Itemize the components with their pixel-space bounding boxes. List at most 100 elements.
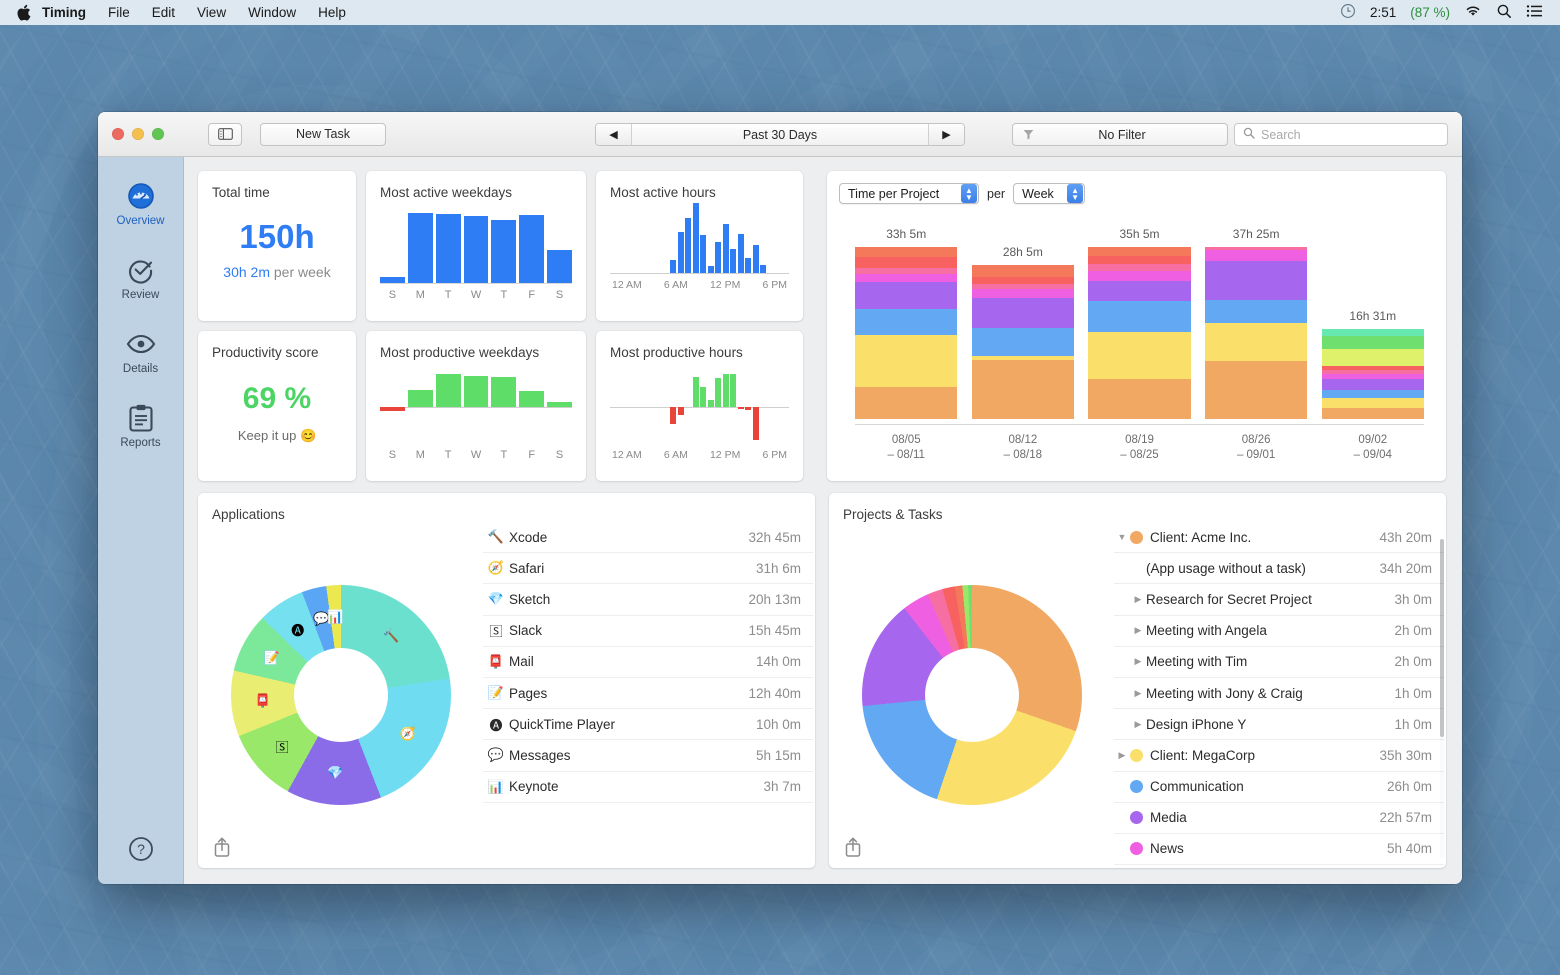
search-icon[interactable] xyxy=(1496,3,1512,22)
chevron-right-icon[interactable]: ▶ xyxy=(1130,625,1146,636)
menu-item-file[interactable]: File xyxy=(97,0,141,25)
table-row[interactable]: ▶Meeting with Tim2h 0m xyxy=(1114,647,1444,678)
table-row[interactable]: ▶Client: MegaCorp35h 30m xyxy=(1114,740,1444,771)
bar-segment xyxy=(972,277,1074,284)
date-next-button[interactable]: ▶ xyxy=(928,124,964,145)
table-row[interactable]: 📊Keynote3h 7m xyxy=(483,772,813,803)
share-icon[interactable] xyxy=(212,836,232,858)
bar xyxy=(380,370,405,444)
battery-percent[interactable]: (87 %) xyxy=(1410,5,1450,20)
stacked-bar[interactable]: 33h 5m xyxy=(855,227,957,419)
table-row[interactable]: News5h 40m xyxy=(1114,834,1444,865)
chevron-down-icon[interactable]: ▼ xyxy=(1114,532,1130,542)
sketch-icon: 💎 xyxy=(483,591,509,607)
table-row[interactable]: 🧭Safari31h 6m xyxy=(483,553,813,584)
bar-total-label: 16h 31m xyxy=(1349,309,1396,323)
zoom-button[interactable] xyxy=(152,128,164,140)
table-row[interactable]: ▶Design iPhone Y1h 0m xyxy=(1114,709,1444,740)
table-row[interactable]: Communication26h 0m xyxy=(1114,772,1444,803)
sidebar-item-overview[interactable]: Overview xyxy=(98,173,184,233)
app-name: Xcode xyxy=(509,530,748,545)
total-time-per-week: 30h 2m per week xyxy=(198,264,356,280)
projects-list[interactable]: ▼Client: Acme Inc.43h 20m(App usage with… xyxy=(1114,522,1446,868)
sidebar-item-review[interactable]: Review xyxy=(98,247,184,307)
sidebar-item-details[interactable]: Details xyxy=(98,321,184,381)
close-button[interactable] xyxy=(112,128,124,140)
filter-button[interactable]: No Filter xyxy=(1012,123,1228,146)
timemachine-icon[interactable] xyxy=(1340,3,1356,22)
app-duration: 3h 7m xyxy=(763,779,801,794)
stacked-bar[interactable]: 35h 5m xyxy=(1088,227,1190,419)
bar xyxy=(519,215,544,283)
help-button[interactable]: ? xyxy=(128,836,154,862)
axis-tick: 6 AM xyxy=(664,449,688,461)
sidebar-item-label: Overview xyxy=(117,215,165,227)
sidebar-item-label: Reports xyxy=(120,437,160,449)
table-row[interactable]: ▶Meeting with Angela2h 0m xyxy=(1114,616,1444,647)
table-row[interactable]: 📝Pages12h 40m xyxy=(483,678,813,709)
wifi-icon[interactable] xyxy=(1464,4,1482,21)
table-row[interactable]: 🔨Xcode32h 45m xyxy=(483,522,813,553)
chart-x-labels: 08/05– 08/1108/12– 08/1808/19– 08/2508/2… xyxy=(855,433,1424,463)
projects-scrollbar[interactable] xyxy=(1440,539,1444,858)
color-dot xyxy=(1130,842,1143,855)
list-icon[interactable] xyxy=(1526,4,1544,21)
chevron-right-icon[interactable]: ▶ xyxy=(1114,750,1130,761)
axis-tick: F xyxy=(519,449,544,461)
sidebar-toggle-icon xyxy=(218,128,233,140)
table-row[interactable]: 💎Sketch20h 13m xyxy=(483,584,813,615)
table-row[interactable]: 🅂Slack15h 45m xyxy=(483,616,813,647)
sidebar-toggle-button[interactable] xyxy=(208,123,242,146)
metric-select[interactable]: Time per Project ▲▼ xyxy=(839,183,979,204)
menu-item-timing[interactable]: Timing xyxy=(38,0,97,25)
minimize-button[interactable] xyxy=(132,128,144,140)
bar xyxy=(678,232,684,273)
table-row[interactable]: 💬Messages5h 15m xyxy=(483,740,813,771)
table-row[interactable]: ▶Research for Secret Project3h 0m xyxy=(1114,584,1444,615)
chevron-right-icon[interactable]: ▶ xyxy=(1130,656,1146,667)
stacked-bar[interactable]: 28h 5m xyxy=(972,227,1074,419)
date-range-label[interactable]: Past 30 Days xyxy=(632,124,928,145)
menu-item-edit[interactable]: Edit xyxy=(141,0,186,25)
bar xyxy=(547,250,572,283)
projects-donut[interactable] xyxy=(862,585,1082,805)
table-row[interactable]: ▶Meeting with Jony & Craig1h 0m xyxy=(1114,678,1444,709)
chevron-right-icon[interactable]: ▶ xyxy=(1130,719,1146,730)
menubar-clock[interactable]: 2:51 xyxy=(1370,5,1396,20)
new-task-button[interactable]: New Task xyxy=(260,123,386,146)
share-icon[interactable] xyxy=(843,836,863,858)
sidebar-item-reports[interactable]: Reports xyxy=(98,395,184,455)
stacked-bar[interactable]: 37h 25m xyxy=(1205,227,1307,419)
app-duration: 31h 6m xyxy=(756,561,801,576)
date-range-control[interactable]: ◀ Past 30 Days ▶ xyxy=(595,123,965,146)
project-name: Meeting with Jony & Craig xyxy=(1146,686,1394,701)
apple-icon[interactable] xyxy=(10,4,38,21)
check-circle-icon xyxy=(126,255,156,285)
menu-item-help[interactable]: Help xyxy=(307,0,357,25)
mail-icon: 📮 xyxy=(483,654,509,670)
interval-select[interactable]: Week ▲▼ xyxy=(1013,183,1085,204)
table-row[interactable]: Media22h 57m xyxy=(1114,803,1444,834)
keynote-icon: 📊 xyxy=(483,779,509,795)
axis-tick: 09/02– 09/04 xyxy=(1322,433,1424,463)
app-name: Safari xyxy=(509,561,756,576)
chevron-right-icon[interactable]: ▶ xyxy=(1130,688,1146,699)
card-most-productive-hours: Most productive hours 12 AM6 AM12 PM6 PM xyxy=(596,331,803,481)
bar xyxy=(768,370,774,444)
stacked-bar[interactable]: 16h 31m xyxy=(1322,227,1424,419)
search-field[interactable]: Search xyxy=(1234,123,1448,146)
app-duration: 20h 13m xyxy=(748,592,801,607)
bar xyxy=(408,213,433,283)
axis-tick: 08/12– 08/18 xyxy=(972,433,1074,463)
applications-donut[interactable]: 🔨🧭💎🅂📮📝🅐💬📊 xyxy=(231,585,451,805)
applications-list[interactable]: 🔨Xcode32h 45m🧭Safari31h 6m💎Sketch20h 13m… xyxy=(483,522,815,868)
menu-item-view[interactable]: View xyxy=(186,0,237,25)
table-row[interactable]: 🅐QuickTime Player10h 0m xyxy=(483,709,813,740)
table-row[interactable]: 📮Mail14h 0m xyxy=(483,647,813,678)
table-row[interactable]: ▼Client: Acme Inc.43h 20m xyxy=(1114,522,1444,553)
menu-item-window[interactable]: Window xyxy=(237,0,307,25)
chevron-right-icon[interactable]: ▶ xyxy=(1130,594,1146,605)
table-row[interactable]: (App usage without a task)34h 20m xyxy=(1114,553,1444,584)
bar xyxy=(708,266,714,273)
date-prev-button[interactable]: ◀ xyxy=(596,124,632,145)
